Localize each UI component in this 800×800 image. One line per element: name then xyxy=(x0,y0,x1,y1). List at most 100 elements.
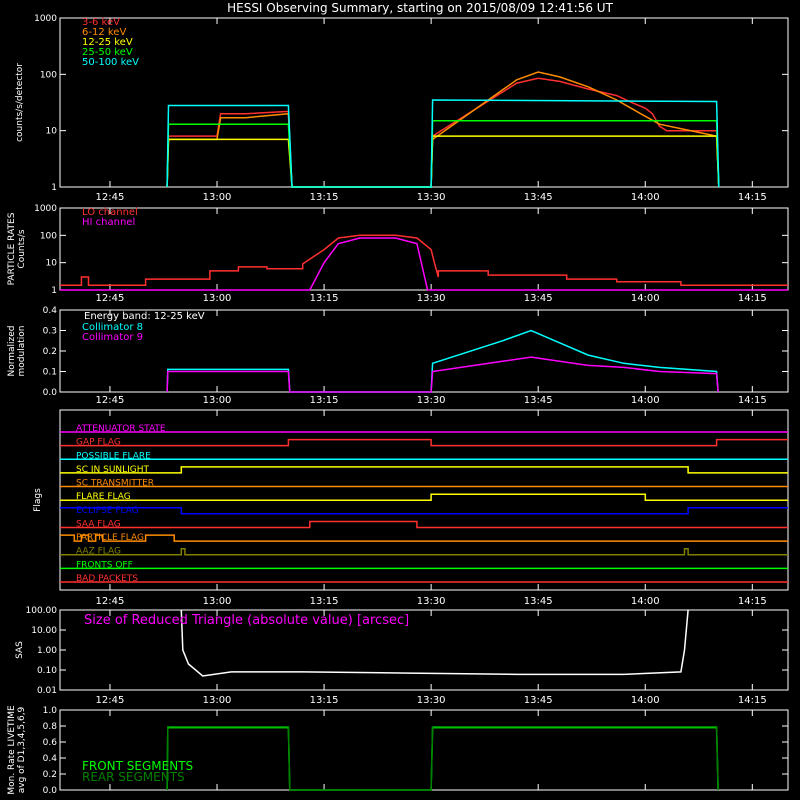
time-tick-label: 14:15 xyxy=(738,596,767,607)
y-tick-label: 0.0 xyxy=(43,388,58,398)
time-tick-label: 13:00 xyxy=(203,293,232,304)
y-tick-label: 100 xyxy=(40,70,57,80)
series-line-1 xyxy=(60,438,788,447)
panel-0: 12:45 13:00 13:15 13:30 13:45 14:00 14:15 1 10 10… xyxy=(15,14,789,203)
flag-label: SAA FLAG xyxy=(76,519,121,529)
y-tick-label: 10.00 xyxy=(31,626,57,636)
panel-2: 12:45 13:00 13:15 13:30 13:45 14:00 14:15 0.0 0.… xyxy=(7,306,789,406)
flag-label: SC IN SUNLIGHT xyxy=(76,465,150,475)
y-tick-label: 0.01 xyxy=(37,686,57,696)
series-line-5 xyxy=(60,493,788,501)
time-tick-label: 14:15 xyxy=(738,395,767,406)
time-tick-label: 13:15 xyxy=(310,395,339,406)
time-tick-label: 13:00 xyxy=(203,395,232,406)
panel-1: 12:45 13:00 13:15 13:30 13:45 14:00 14:15 1 10 10… xyxy=(7,204,789,304)
flag-label: ECLIPSE FLAG xyxy=(76,506,139,516)
series-line-1 xyxy=(166,726,719,791)
y-axis-label: PARTICLE RATES xyxy=(7,212,17,285)
y-tick-label: 1 xyxy=(51,286,57,296)
time-tick-label: 12:45 xyxy=(96,596,125,607)
y-tick-label: 0.4 xyxy=(43,754,58,764)
y-axis-label-2: avg of D1,3,4,5,6,9 xyxy=(17,706,27,793)
y-axis-label-2: Counts/s xyxy=(17,229,27,268)
y-tick-label: 1 xyxy=(51,183,57,193)
series-line-1 xyxy=(166,356,719,393)
panel-annotation: Energy band: 12-25 keV xyxy=(84,311,205,322)
series-line-6 xyxy=(60,507,788,515)
legend-entry: HI channel xyxy=(82,217,135,228)
y-tick-label: 0.4 xyxy=(43,306,58,316)
observing-summary-figure: HESSI Observing Summary, starting on 201… xyxy=(0,0,800,800)
legend-entry: 50-100 keV xyxy=(82,57,139,68)
y-tick-label: 1.00 xyxy=(37,646,57,656)
time-tick-label: 14:15 xyxy=(738,293,767,304)
flag-label: AAZ FLAG xyxy=(76,547,121,557)
flag-label: SC TRANSMITTER xyxy=(76,479,154,489)
time-tick-label: 13:45 xyxy=(524,596,553,607)
y-tick-label: 0.8 xyxy=(43,722,58,732)
flag-label: POSSIBLE FLARE xyxy=(76,451,151,461)
series-line-8 xyxy=(60,534,788,542)
time-tick-label: 14:00 xyxy=(631,596,660,607)
time-tick-label: 13:00 xyxy=(203,596,232,607)
y-axis-label: Mon. Rate LIVETIME xyxy=(7,705,17,795)
time-tick-label: 13:15 xyxy=(310,192,339,203)
flag-label: FLARE FLAG xyxy=(76,492,131,502)
y-tick-label: 0.2 xyxy=(43,770,57,780)
legend-entry: REAR SEGMENTS xyxy=(82,770,185,784)
time-tick-label: 12:45 xyxy=(96,395,125,406)
y-axis-label: Flags xyxy=(33,488,43,512)
y-tick-label: 1.0 xyxy=(43,706,58,716)
y-tick-label: 10 xyxy=(46,259,58,269)
panel-5: 0.0 0.2 0.4 0.6 0.8 1.0 Mon. Rate LIVETIME avg … xyxy=(7,705,789,796)
y-axis-label: counts/s/detector xyxy=(15,63,25,142)
series-line-2 xyxy=(166,135,720,188)
time-tick-label: 13:45 xyxy=(524,293,553,304)
panel-frame xyxy=(59,17,789,188)
time-tick-label: 12:45 xyxy=(96,192,125,203)
time-tick-label: 13:30 xyxy=(417,695,446,706)
time-tick-label: 13:30 xyxy=(417,596,446,607)
flag-label: GAP FLAG xyxy=(76,438,121,448)
time-tick-label: 13:45 xyxy=(524,395,553,406)
panel-frame xyxy=(59,309,789,393)
time-tick-label: 13:30 xyxy=(417,293,446,304)
time-tick-label: 13:30 xyxy=(417,192,446,203)
time-tick-label: 13:15 xyxy=(310,596,339,607)
flag-label: FRONTS OFF xyxy=(76,560,133,570)
time-tick-label: 14:15 xyxy=(738,192,767,203)
time-tick-label: 13:45 xyxy=(524,192,553,203)
time-tick-label: 12:45 xyxy=(96,695,125,706)
y-axis-label-2: modulation xyxy=(17,326,27,377)
time-tick-label: 12:45 xyxy=(96,293,125,304)
time-tick-label: 13:15 xyxy=(310,695,339,706)
summary-plot-svg: HESSI Observing Summary, starting on 201… xyxy=(7,1,789,796)
time-tick-label: 14:00 xyxy=(631,192,660,203)
time-tick-label: 14:15 xyxy=(738,695,767,706)
time-tick-label: 14:00 xyxy=(631,395,660,406)
y-axis-label: Normalized xyxy=(7,325,17,376)
y-tick-label: 0.2 xyxy=(43,347,57,357)
panel-3: 12:45 13:00 13:15 13:30 13:45 14:00 14:15 Flags… xyxy=(33,409,789,607)
time-tick-label: 13:45 xyxy=(524,695,553,706)
y-tick-label: 100.00 xyxy=(26,606,58,616)
series-line-3 xyxy=(60,466,788,474)
series-line-0 xyxy=(166,329,719,393)
series-line-7 xyxy=(60,520,788,529)
panel-4: 12:45 13:00 13:15 13:30 13:45 14:00 14:15 0.01 0… xyxy=(15,606,789,706)
time-tick-label: 14:00 xyxy=(631,293,660,304)
time-tick-label: 13:00 xyxy=(203,192,232,203)
y-tick-label: 0.6 xyxy=(43,738,58,748)
legend-entry: Collimator 9 xyxy=(82,332,143,343)
time-tick-label: 13:00 xyxy=(203,695,232,706)
time-tick-label: 13:30 xyxy=(417,395,446,406)
y-tick-label: 1000 xyxy=(34,14,57,24)
series-line-9 xyxy=(60,547,788,556)
y-tick-label: 0.3 xyxy=(43,327,57,337)
time-tick-label: 14:00 xyxy=(631,695,660,706)
flag-label: PARTICLE FLAG xyxy=(76,533,144,543)
y-tick-label: 10 xyxy=(46,127,58,137)
series-line-0 xyxy=(166,726,719,791)
series-line-3 xyxy=(166,119,720,188)
flag-label: ATTENUATOR STATE xyxy=(76,424,166,434)
